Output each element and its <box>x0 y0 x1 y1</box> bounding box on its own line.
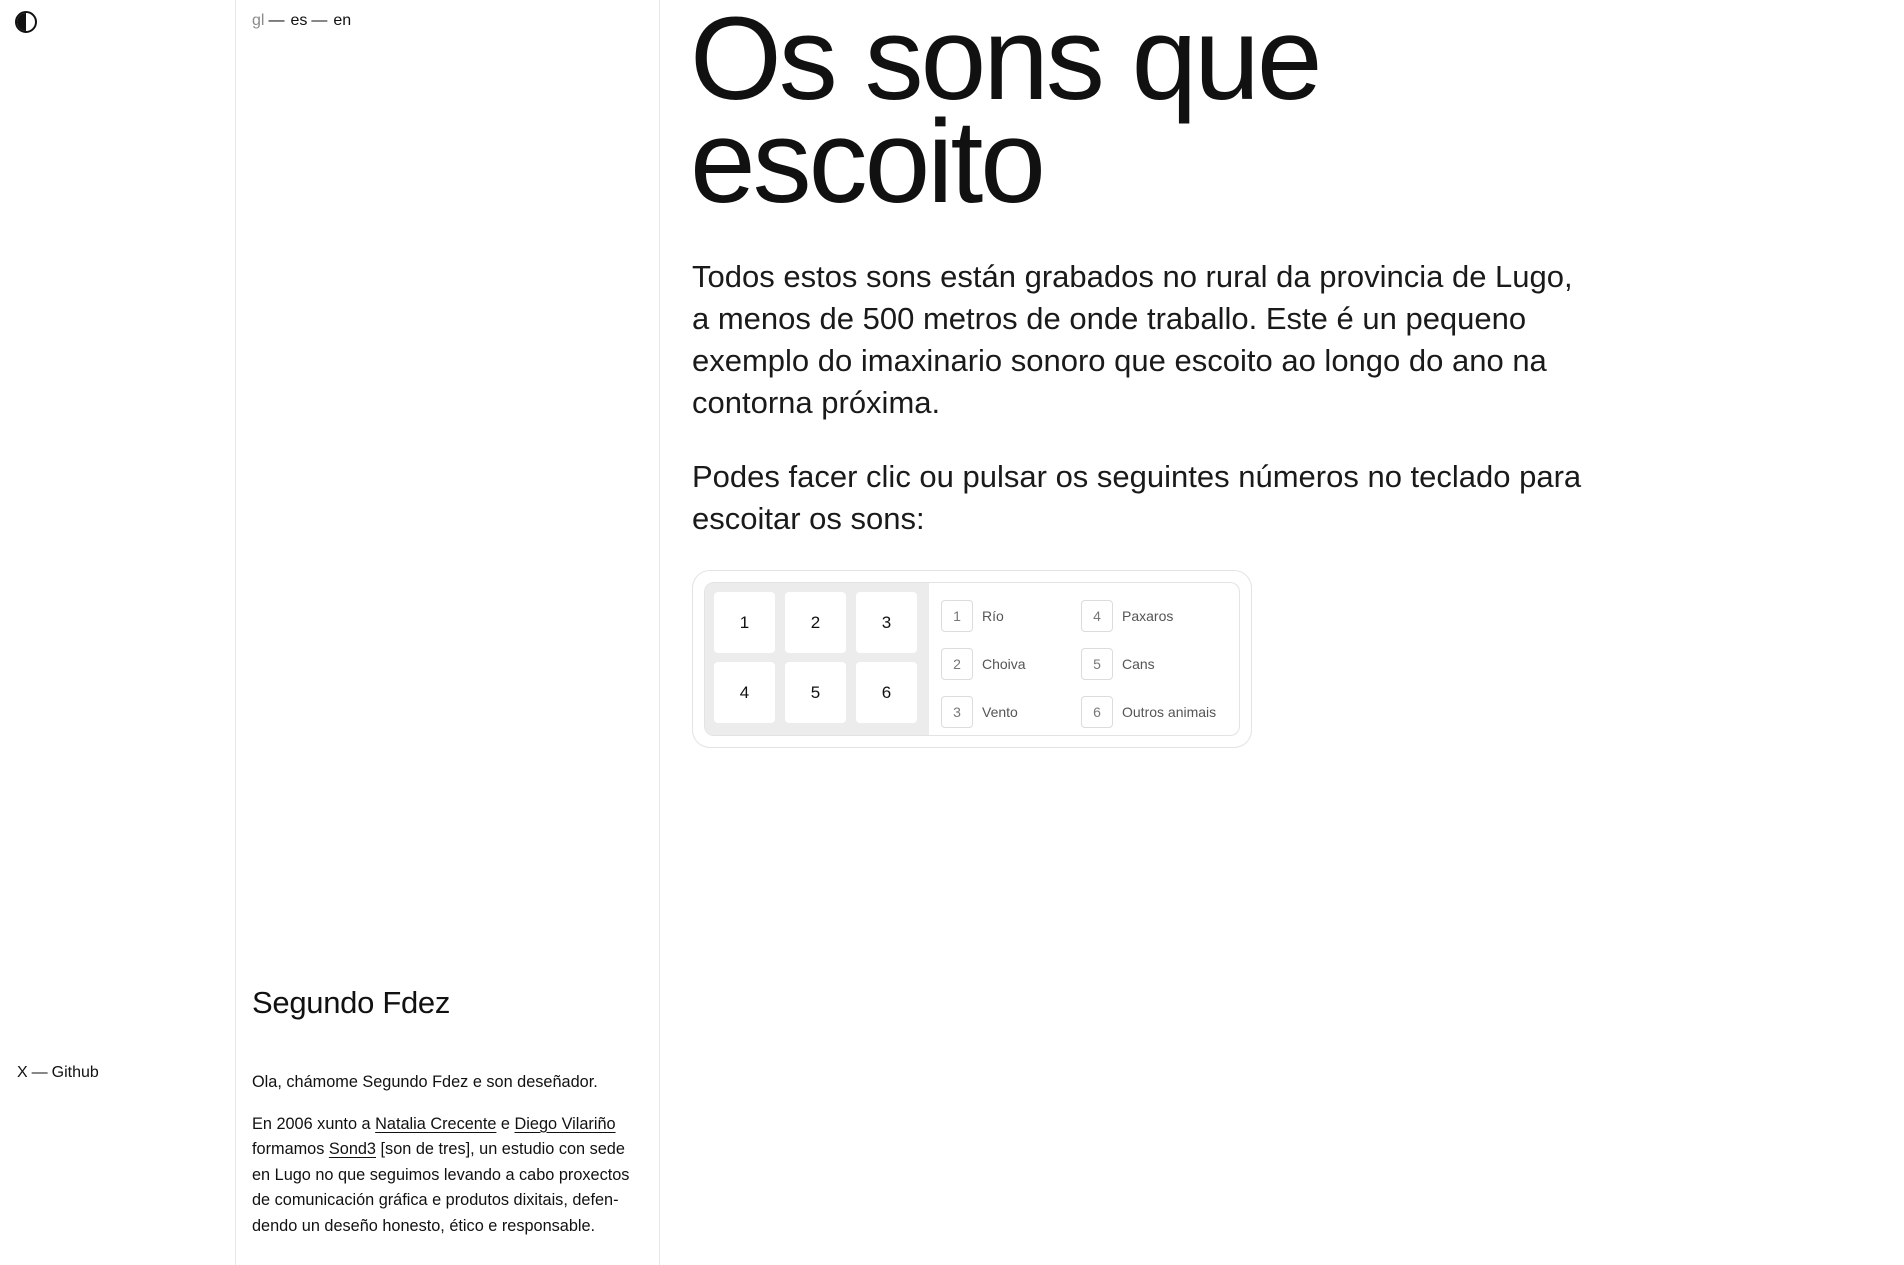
legend-label: Paxaros <box>1122 608 1174 624</box>
sound-pad: 1 2 3 4 5 6 <box>705 583 929 735</box>
theme-toggle-icon[interactable] <box>15 11 37 33</box>
author-bio: Ola, chámome Segundo Fdez e son deseñado… <box>252 1070 647 1255</box>
sound-legend-item-vento[interactable]: 3 Vento <box>941 688 1081 735</box>
pad-key-4[interactable]: 4 <box>714 662 775 723</box>
bio-studio: En 2006 xunto a Natalia Crecente e Diego… <box>252 1114 630 1235</box>
sound-legend-item-cans[interactable]: 5 Cans <box>1081 640 1227 688</box>
social-links: X — Github <box>17 1064 99 1082</box>
intro-paragraph: Todos estos sons están grabados no rural… <box>692 259 1573 420</box>
sidebar: gl — es — en Segundo Fdez Ola, chámome Segun… <box>235 0 660 1265</box>
instruction-paragraph: Podes facer clic ou pulsar os seguintes … <box>692 459 1582 536</box>
natalia-crecente-link[interactable]: Natalia Crecente <box>375 1115 496 1133</box>
pad-key-3[interactable]: 3 <box>856 592 917 653</box>
author-name: Segundo Fdez <box>252 985 451 1020</box>
sond3-link[interactable]: Sond3 <box>329 1140 376 1158</box>
legend-key: 3 <box>941 696 973 728</box>
sound-legend-item-outros-animais[interactable]: 6 Outros animais <box>1081 688 1227 735</box>
legend-label: Outros animais <box>1122 704 1217 720</box>
legend-label: Choiva <box>982 656 1026 672</box>
legend-key: 1 <box>941 600 973 632</box>
legend-key: 2 <box>941 648 973 680</box>
page: X — Github gl — es — en Segundo Fdez Ola, chám… <box>0 0 1904 1265</box>
lang-separator: — <box>311 12 328 29</box>
legend-label: Río <box>982 608 1004 624</box>
legend-key: 6 <box>1081 696 1113 728</box>
page-title: Os sons que escoito <box>690 0 1322 228</box>
legend-key: 5 <box>1081 648 1113 680</box>
pad-key-2[interactable]: 2 <box>785 592 846 653</box>
legend-key: 4 <box>1081 600 1113 632</box>
github-link[interactable]: Github <box>52 1064 99 1081</box>
pad-key-6[interactable]: 6 <box>856 662 917 723</box>
bio-intro: Ola, chámome Segundo Fdez e son deseñado… <box>252 1073 598 1091</box>
sound-player: 1 2 3 4 5 6 1 Río 2 Choiva 3 Vento 4 Pax… <box>692 570 1252 748</box>
language-switcher: gl — es — en <box>252 12 351 30</box>
social-separator: — <box>31 1064 48 1081</box>
lang-es-link[interactable]: es <box>290 12 307 29</box>
legend-label: Cans <box>1122 656 1155 672</box>
legend-label: Vento <box>982 704 1018 720</box>
pad-key-5[interactable]: 5 <box>785 662 846 723</box>
sound-legend: 1 Río 2 Choiva 3 Vento 4 Paxaros 5 Cans … <box>929 583 1239 735</box>
lang-gl-link[interactable]: gl <box>252 12 264 29</box>
sound-legend-item-paxaros[interactable]: 4 Paxaros <box>1081 592 1227 640</box>
sound-legend-item-rio[interactable]: 1 Río <box>941 592 1081 640</box>
diego-vilarino-link[interactable]: Diego Vilariño <box>515 1115 616 1133</box>
x-link[interactable]: X <box>17 1064 28 1081</box>
left-rail: X — Github <box>0 0 236 1265</box>
sound-player-inner: 1 2 3 4 5 6 1 Río 2 Choiva 3 Vento 4 Pax… <box>704 582 1240 736</box>
lang-en-link[interactable]: en <box>333 12 351 29</box>
sound-legend-item-choiva[interactable]: 2 Choiva <box>941 640 1081 688</box>
lang-separator: — <box>268 12 285 29</box>
pad-key-1[interactable]: 1 <box>714 592 775 653</box>
